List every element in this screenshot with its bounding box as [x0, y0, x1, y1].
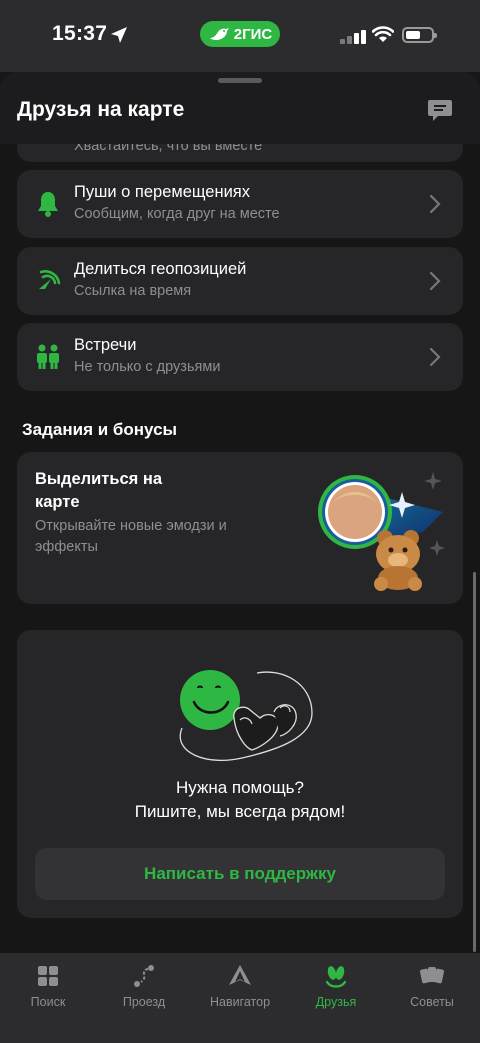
tab-search[interactable]: Поиск: [0, 953, 96, 1043]
support-line-2: Пишите, мы всегда рядом!: [134, 802, 346, 821]
friends-icon: [325, 966, 347, 988]
promo-title: Выделиться на карте: [35, 470, 163, 511]
support-card: Нужна помощь? Пишите, мы всегда рядом! Н…: [17, 630, 463, 918]
share-location-icon: [39, 270, 61, 289]
sheet-header: Друзья на карте: [0, 72, 480, 144]
bell-icon: [38, 192, 58, 217]
tab-label: Друзья: [315, 995, 357, 1009]
tab-label: Советы: [410, 995, 454, 1009]
tab-friends[interactable]: Друзья: [288, 953, 384, 1043]
status-bar: 15:37 2ГИС: [0, 0, 480, 72]
tab-tips[interactable]: Советы: [384, 953, 480, 1043]
row-subtitle: Не только с друзьями: [74, 359, 221, 375]
row-meetings[interactable]: Встречи Не только с друзьями: [17, 323, 463, 391]
cards-icon: [420, 967, 444, 984]
row-title: Встречи: [74, 336, 137, 354]
wifi-icon: [372, 26, 394, 42]
promo-subtitle: Открывайте новые эмодзи и эффекты: [35, 518, 227, 555]
people-icon: [37, 344, 59, 369]
support-line-1: Нужна помощь?: [175, 778, 304, 797]
chevron-right-icon: [429, 271, 441, 291]
promo-card[interactable]: Выделиться на карте Открывайте новые эмо…: [17, 452, 463, 604]
tab-label: Проезд: [122, 995, 166, 1009]
battery-icon: [402, 27, 437, 43]
tab-bar: Поиск Проезд Навигатор Друзья Советы: [0, 953, 480, 1043]
app-badge[interactable]: 2ГИС: [200, 21, 280, 47]
sheet-grabber[interactable]: [218, 78, 262, 83]
page-title: Друзья на карте: [17, 98, 185, 121]
row-subtitle: Сообщим, когда друг на месте: [74, 206, 280, 222]
write-support-button[interactable]: Написать в поддержку: [35, 848, 445, 900]
row-title: Пуши о перемещениях: [74, 183, 250, 201]
route-icon: [134, 965, 154, 987]
dove-icon: [209, 28, 229, 40]
tab-label: Навигатор: [209, 995, 271, 1009]
app-badge-label: 2ГИС: [233, 25, 273, 43]
chevron-right-icon: [429, 194, 441, 214]
chevron-right-icon: [429, 347, 441, 367]
tab-label: Поиск: [30, 995, 66, 1009]
row-title: Делиться геопозицией: [74, 260, 247, 278]
row-push-notifications[interactable]: Пуши о перемещениях Сообщим, когда друг …: [17, 170, 463, 238]
grid-icon: [38, 966, 58, 986]
navigator-icon: [229, 965, 251, 985]
cellular-signal-icon: [340, 28, 366, 44]
section-title-tasks: Задания и бонусы: [22, 420, 178, 439]
status-time: 15:37: [52, 22, 108, 45]
chat-icon[interactable]: [426, 96, 454, 124]
support-illustration: [179, 670, 313, 761]
friends-sheet: Хвастайтесь, что вы вместе Пуши о переме…: [0, 72, 480, 1043]
tab-navigator[interactable]: Навигатор: [192, 953, 288, 1043]
row-share-location[interactable]: Делиться геопозицией Ссылка на время: [17, 247, 463, 315]
tab-route[interactable]: Проезд: [96, 953, 192, 1043]
row-subtitle: Ссылка на время: [74, 283, 192, 299]
location-arrow-icon: [111, 27, 127, 43]
promo-illustration: [318, 472, 445, 591]
scrollbar[interactable]: [473, 572, 476, 952]
sheet-content[interactable]: Хвастайтесь, что вы вместе Пуши о переме…: [0, 72, 480, 1043]
